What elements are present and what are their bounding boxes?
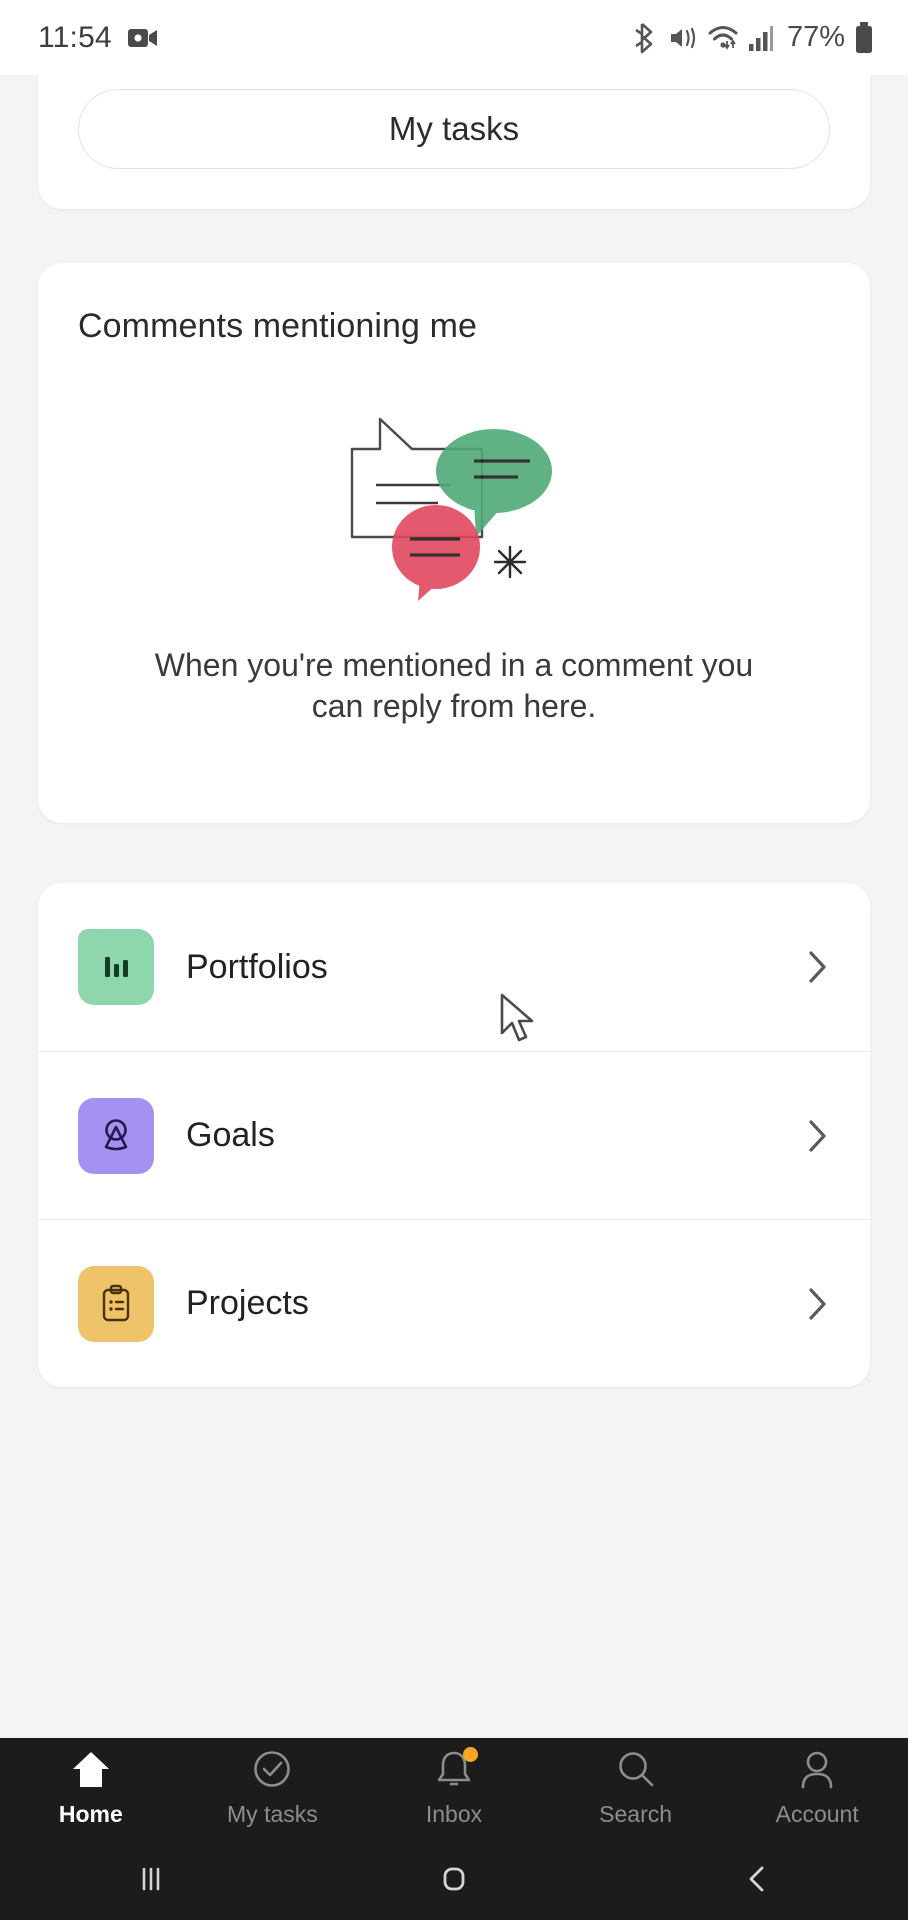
nav-label: Account [775,1801,859,1827]
search-icon [618,1752,653,1787]
sparkle-icon [493,545,527,578]
back-button[interactable] [605,1859,908,1899]
battery-percent: 77% [786,21,845,53]
comments-empty-state: When you're mentioned in a comment you c… [78,346,830,767]
nav-item-inbox[interactable]: Inbox [363,1747,545,1828]
my-tasks-card: My tasks [38,75,870,209]
nav-label: My tasks [227,1801,318,1827]
home-square-icon [443,1867,465,1891]
nav-item-my-tasks[interactable]: My tasks [182,1748,364,1828]
check-circle-icon [254,1751,291,1787]
status-bar-left: 11:54 [38,21,158,55]
nav-label: Search [599,1801,673,1827]
battery-icon [856,21,872,53]
home-button[interactable] [303,1859,606,1899]
navigation-list-card: Portfolios Goals Projects [38,883,870,1387]
back-chevron-icon [749,1866,764,1892]
chevron-right-icon [809,1119,826,1152]
comments-mentioning-me-card: Comments mentioning me When you're menti… [38,263,870,823]
comments-empty-text: When you're mentioned in a comment you c… [154,646,754,724]
chevron-right-icon [809,951,826,983]
list-item-goals[interactable]: Goals [38,1051,870,1219]
my-tasks-button[interactable]: My tasks [78,89,830,169]
list-item-portfolios[interactable]: Portfolios [38,883,870,1051]
comment-bubbles-illustration [350,417,552,601]
home-icon [72,1752,109,1787]
goal-target-icon [78,1097,154,1174]
list-item-label: Projects [186,1284,309,1322]
scroll-content[interactable]: My tasks Comments mentioning me When you… [0,75,908,1738]
status-bar: 11:54 77% [0,0,908,75]
mute-vibrate-icon [670,27,696,48]
nav-label: Home [58,1801,123,1827]
comments-card-title: Comments mentioning me [78,307,478,345]
list-item-label: Goals [186,1116,275,1154]
inbox-badge-dot [462,1747,478,1762]
list-item-projects[interactable]: Projects [38,1219,870,1387]
recents-icon [143,1867,160,1891]
bottom-navigation-bar: Home My tasks Inbox Search Account [0,1738,908,1838]
person-icon [801,1751,833,1789]
cellular-signal-icon [748,25,773,51]
wifi-icon [708,25,738,50]
portfolio-bar-chart-icon [78,929,154,1005]
status-time: 11:54 [38,20,112,54]
list-item-label: Portfolios [186,947,328,986]
clipboard-checklist-icon [78,1265,154,1342]
nav-item-search[interactable]: Search [545,1748,727,1828]
video-record-icon [127,28,157,47]
nav-item-home[interactable]: Home [0,1748,182,1828]
chevron-right-icon [809,1287,826,1320]
status-bar-right: 77% [633,21,874,54]
bluetooth-icon [635,22,653,53]
recents-button[interactable] [0,1859,303,1899]
nav-label: Inbox [425,1801,483,1827]
nav-item-account[interactable]: Account [726,1748,908,1828]
bell-icon-wrap [432,1747,478,1792]
android-system-nav [0,1838,908,1920]
